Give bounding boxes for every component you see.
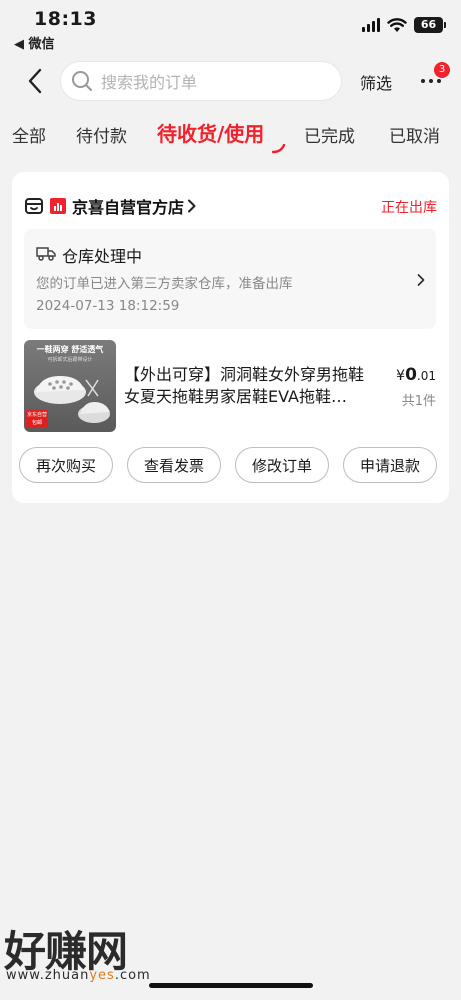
search-input[interactable]: 搜索我的订单 [60,61,342,101]
back-button[interactable] [22,66,48,96]
search-icon [72,71,93,92]
product-quantity: 共1件 [401,394,436,409]
watermark-url: www.zhuanyes.com [6,968,151,983]
view-invoice-button[interactable]: 查看发票 [127,447,221,483]
store-name: 京喜自营官方店 [72,198,185,217]
home-indicator[interactable] [149,983,313,988]
price-decimal: .01 [416,369,436,383]
logistics-title: 仓库处理中 [62,247,143,266]
tab-pending-payment[interactable]: 待付款 [76,122,127,147]
wifi-icon [387,17,407,32]
chevron-left-icon [28,68,42,94]
watermark: 好赚网 www.zhuanyes.com [4,918,194,988]
active-tab-indicator [272,144,286,154]
product-title: 【外出可穿】洞洞鞋女外穿男拖鞋 女夏天拖鞋男家居鞋EVA拖鞋… [124,364,386,408]
search-placeholder: 搜索我的订单 [101,73,198,92]
product-title-line2: 女夏天拖鞋男家居鞋EVA拖鞋… [124,387,347,406]
order-actions: 再次购买 查看发票 修改订单 申请退款 [19,447,443,483]
price-currency: ¥ [396,368,406,384]
delivery-truck-icon [36,247,56,261]
notification-badge: 3 [434,62,450,78]
order-card[interactable]: 京喜自营官方店 正在出库 仓库处理中 您的订单已进入第三方卖家仓库，准备出库 2… [12,172,449,503]
price-integer: 0 [405,365,417,385]
cellular-signal-icon [362,18,380,32]
back-to-app-link[interactable]: ◀ 微信 [14,33,55,52]
product-item[interactable]: 一鞋两穿 舒适透气 可拆卸式后跟带设计 京东自营 包邮 【外出可穿】洞洞鞋女外穿… [24,340,436,432]
battery-icon: 66 [414,17,446,33]
header: 搜索我的订单 筛选 [0,56,461,106]
status-time: 18:13 [34,8,97,30]
product-image[interactable]: 一鞋两穿 舒适透气 可拆卸式后跟带设计 京东自营 包邮 [24,340,116,432]
modify-order-button[interactable]: 修改订单 [235,447,329,483]
logistics-info[interactable]: 仓库处理中 您的订单已进入第三方卖家仓库，准备出库 2024-07-13 18:… [24,229,436,329]
product-price: ¥0.01 [396,365,436,385]
status-indicators: 66 [362,17,446,33]
filter-button[interactable]: 筛选 [360,70,392,94]
order-status: 正在出库 [381,200,437,216]
product-title-line1: 【外出可穿】洞洞鞋女外穿男拖鞋 [124,365,365,384]
request-refund-button[interactable]: 申请退款 [343,447,437,483]
jd-logo-icon [50,198,66,214]
tab-all[interactable]: 全部 [12,122,46,147]
logistics-description: 您的订单已进入第三方卖家仓库，准备出库 [36,276,293,292]
more-icon [421,79,441,83]
status-bar: 18:13 ◀ 微信 66 [0,0,461,54]
logistics-time: 2024-07-13 18:12:59 [36,298,180,314]
product-image-tag: 京东自营 包邮 [26,410,48,428]
buy-again-button[interactable]: 再次购买 [19,447,113,483]
store-link[interactable]: 京喜自营官方店 [24,194,197,218]
chevron-right-icon [188,199,196,213]
store-icon [25,198,43,214]
tab-pending-receipt[interactable]: 待收货/使用 [157,118,264,147]
tab-cancelled[interactable]: 已取消 [389,122,440,147]
chevron-right-icon [417,274,425,286]
tab-completed[interactable]: 已完成 [304,122,355,147]
order-tabs: 全部 待付款 待收货/使用 已完成 已取消 [0,110,461,158]
